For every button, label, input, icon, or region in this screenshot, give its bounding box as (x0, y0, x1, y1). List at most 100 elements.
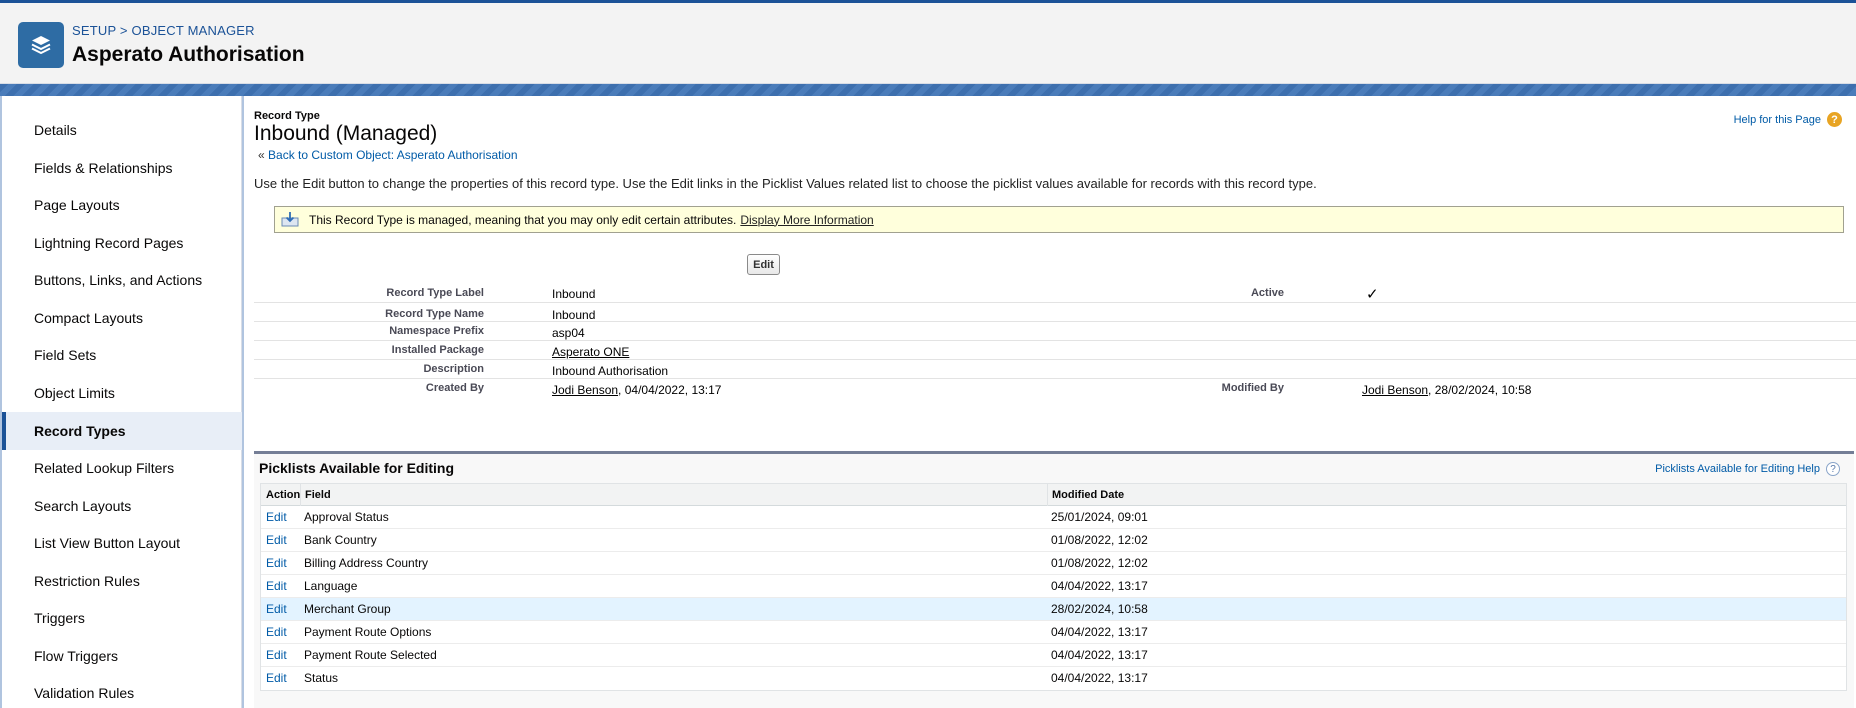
detail-row-description: Description Inbound Authorisation (254, 360, 1856, 379)
header-pattern-band (0, 84, 1856, 96)
sidebar-item-page-layouts[interactable]: Page Layouts (2, 186, 242, 224)
row-action-cell: Edit (266, 667, 287, 689)
main-content: Record Type Inbound (Managed) « Back to … (244, 96, 1856, 708)
row-field-cell: Payment Route Selected (304, 648, 437, 662)
sidebar-item-details[interactable]: Details (2, 111, 242, 149)
picklists-table: Action Field Modified Date Edit Approval… (260, 483, 1847, 691)
edit-button[interactable]: Edit (747, 254, 780, 275)
layers-icon (18, 22, 64, 68)
detail-row-record-type-name: Record Type Name Inbound (254, 303, 1856, 322)
row-action-cell: Edit (266, 575, 287, 597)
edit-link[interactable]: Edit (266, 625, 287, 639)
record-type-name-label: Record Type Name (385, 308, 484, 320)
sidebar-item-validation-rules[interactable]: Validation Rules (2, 674, 242, 708)
record-type-label: Record Type (254, 110, 320, 122)
row-date-cell: 25/01/2024, 09:01 (1051, 510, 1148, 524)
sidebar-item-restriction-rules[interactable]: Restriction Rules (2, 562, 242, 600)
help-for-page-label[interactable]: Help for this Page (1734, 114, 1821, 126)
record-type-title: Inbound (Managed) (254, 122, 438, 145)
row-field-cell: Payment Route Options (304, 625, 432, 639)
description-value: Inbound Authorisation (552, 364, 669, 378)
detail-row-created-by: Created By Jodi Benson, 04/04/2022, 13:1… (254, 379, 1856, 398)
sidebar-item-list-view-button-layout[interactable]: List View Button Layout (2, 524, 242, 562)
package-download-icon (281, 212, 299, 227)
help-for-page[interactable]: Help for this Page ? (1734, 112, 1842, 127)
help-question-icon[interactable]: ? (1826, 462, 1840, 476)
active-checkmark-icon: ✓ (1366, 286, 1379, 303)
edit-link[interactable]: Edit (266, 510, 287, 524)
breadcrumb: SETUP > OBJECT MANAGER (72, 23, 255, 38)
row-field-cell: Status (304, 671, 339, 685)
row-date-cell: 04/04/2022, 13:17 (1051, 625, 1148, 639)
page-header: SETUP > OBJECT MANAGER Asperato Authoris… (0, 0, 1856, 84)
breadcrumb-separator: > (119, 23, 128, 38)
table-row: Edit Status 04/04/2022, 13:17 (261, 667, 1846, 690)
installed-package-link[interactable]: Asperato ONE (552, 345, 629, 359)
picklists-help[interactable]: Picklists Available for Editing Help ? (1655, 462, 1840, 476)
column-header-modified-date[interactable]: Modified Date (1047, 484, 1124, 506)
sidebar-item-fields-relationships[interactable]: Fields & Relationships (2, 149, 242, 187)
row-action-cell: Edit (266, 529, 287, 551)
edit-link[interactable]: Edit (266, 671, 287, 685)
row-action-cell: Edit (266, 506, 287, 528)
row-field-cell: Billing Address Country (304, 556, 429, 570)
sidebar-item-flow-triggers[interactable]: Flow Triggers (2, 637, 242, 675)
intro-text: Use the Edit button to change the proper… (254, 176, 1317, 191)
detail-row-namespace-prefix: Namespace Prefix asp04 (254, 322, 1856, 341)
picklists-title: Picklists Available for Editing (259, 460, 455, 476)
created-by-user-link[interactable]: Jodi Benson (552, 383, 618, 397)
table-row: Edit Billing Address Country 01/08/2022,… (261, 552, 1846, 575)
table-row: Edit Approval Status 25/01/2024, 09:01 (261, 506, 1846, 529)
page-title: Asperato Authorisation (72, 43, 305, 66)
active-label: Active (1250, 287, 1284, 299)
breadcrumb-setup[interactable]: SETUP (72, 23, 116, 38)
row-action-cell: Edit (266, 552, 287, 574)
created-by-date: , 04/04/2022, 13:17 (618, 383, 722, 397)
row-date-cell: 01/08/2022, 12:02 (1051, 556, 1148, 570)
edit-link[interactable]: Edit (266, 533, 287, 547)
row-action-cell: Edit (266, 644, 287, 666)
edit-link[interactable]: Edit (266, 556, 287, 570)
sidebar-item-triggers[interactable]: Triggers (2, 599, 242, 637)
description-label: Description (423, 363, 484, 375)
modified-by-date: , 28/02/2024, 10:58 (1428, 383, 1532, 397)
row-field-cell: Merchant Group (304, 602, 391, 616)
installed-package-label: Installed Package (391, 344, 484, 356)
back-prefix: « (258, 148, 265, 162)
picklists-help-link[interactable]: Picklists Available for Editing Help (1655, 463, 1820, 475)
breadcrumb-object-manager[interactable]: OBJECT MANAGER (132, 23, 255, 38)
picklists-section: Picklists Available for Editing Picklist… (254, 451, 1854, 708)
record-type-name-value: Inbound (552, 308, 596, 322)
created-by-value: Jodi Benson, 04/04/2022, 13:17 (552, 383, 721, 397)
table-row: Edit Payment Route Options 04/04/2022, 1… (261, 621, 1846, 644)
sidebar-item-record-types[interactable]: Record Types (2, 412, 242, 450)
help-question-icon[interactable]: ? (1827, 112, 1842, 127)
namespace-prefix-label: Namespace Prefix (389, 325, 484, 337)
row-action-cell: Edit (266, 598, 287, 620)
row-field-cell: Bank Country (304, 533, 377, 547)
column-header-field[interactable]: Field (300, 484, 331, 506)
created-by-label: Created By (425, 382, 484, 394)
row-date-cell: 04/04/2022, 13:17 (1051, 579, 1148, 593)
namespace-prefix-value: asp04 (552, 326, 585, 340)
back-to-custom-object-link[interactable]: Back to Custom Object: Asperato Authoris… (268, 148, 517, 162)
managed-notice-text: This Record Type is managed, meaning tha… (309, 212, 737, 227)
sidebar-item-lightning-record-pages[interactable]: Lightning Record Pages (2, 224, 242, 262)
edit-link[interactable]: Edit (266, 648, 287, 662)
table-header-row: Action Field Modified Date (261, 484, 1846, 506)
sidebar: Details Fields & Relationships Page Layo… (2, 96, 242, 708)
sidebar-item-search-layouts[interactable]: Search Layouts (2, 487, 242, 525)
table-row: Edit Payment Route Selected 04/04/2022, … (261, 644, 1846, 667)
display-more-information-link[interactable]: Display More Information (740, 213, 873, 227)
sidebar-item-buttons-links-actions[interactable]: Buttons, Links, and Actions (2, 261, 242, 299)
sidebar-item-related-lookup-filters[interactable]: Related Lookup Filters (2, 449, 242, 487)
installed-package-value: Asperato ONE (552, 345, 629, 359)
modified-by-user-link[interactable]: Jodi Benson (1362, 383, 1428, 397)
sidebar-item-object-limits[interactable]: Object Limits (2, 374, 242, 412)
detail-row-installed-package: Installed Package Asperato ONE (254, 341, 1856, 360)
row-date-cell: 01/08/2022, 12:02 (1051, 533, 1148, 547)
sidebar-item-field-sets[interactable]: Field Sets (2, 336, 242, 374)
edit-link[interactable]: Edit (266, 602, 287, 616)
sidebar-item-compact-layouts[interactable]: Compact Layouts (2, 299, 242, 337)
edit-link[interactable]: Edit (266, 579, 287, 593)
